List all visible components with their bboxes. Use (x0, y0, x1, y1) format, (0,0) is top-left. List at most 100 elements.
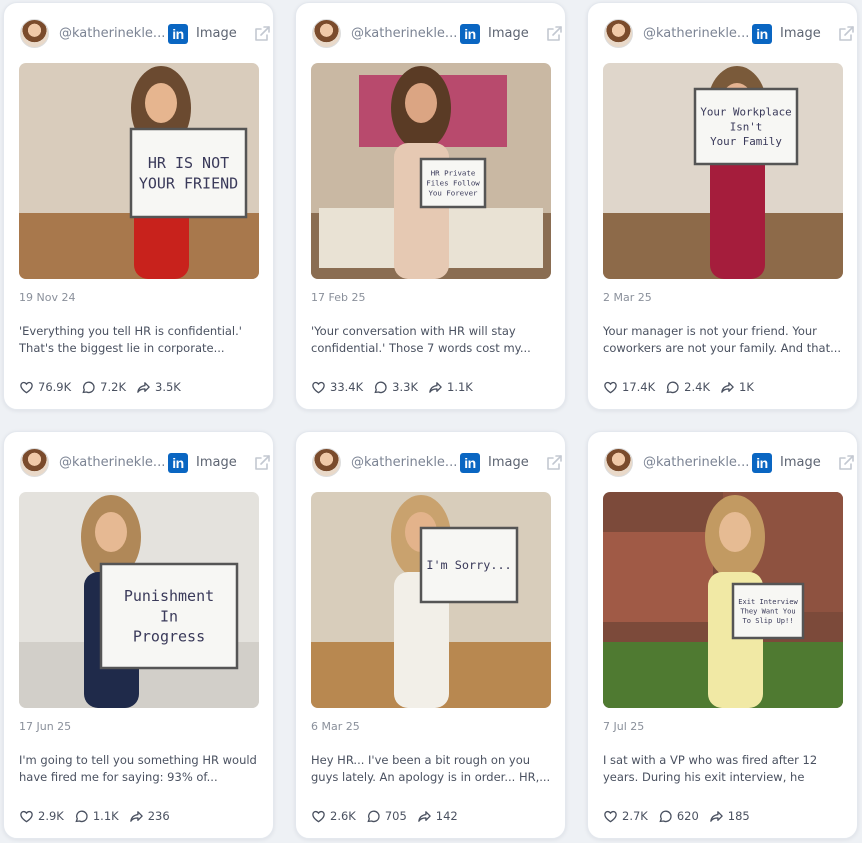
sign-text-line: YOUR FRIEND (139, 174, 238, 192)
linkedin-icon: in (168, 453, 188, 473)
engagement-stats: 2.6K 705 142 (311, 807, 468, 825)
likes-stat: 2.7K (603, 809, 648, 824)
face (95, 512, 127, 552)
share-arrow-icon (721, 381, 734, 393)
sign-text-line: HR Private (431, 169, 476, 178)
comment-bubble-icon (666, 381, 679, 393)
post-card[interactable]: @katherinekle... in Image Punishment In Pr… (3, 431, 274, 839)
photo-scene: Your WorkplaceIsn't Your Family (603, 63, 843, 279)
comments-count: 2.4K (684, 380, 710, 394)
post-date: 2 Mar 25 (603, 291, 652, 304)
shares-stat: 142 (417, 809, 458, 824)
external-link-icon[interactable] (253, 454, 271, 472)
external-link-icon[interactable] (253, 25, 271, 43)
likes-stat: 76.9K (19, 380, 71, 395)
engagement-stats: 2.9K 1.1K 236 (19, 807, 180, 825)
photo-scene: Exit InterviewThey Want YouTo Slip Up!! (603, 492, 843, 708)
post-type-label: Image (196, 26, 237, 41)
heart-icon (312, 810, 325, 822)
post-image[interactable]: I'm Sorry... (311, 492, 551, 708)
post-card[interactable]: @katherinekle... in Image HR Private File… (295, 2, 566, 410)
comment-bubble-icon (367, 810, 380, 822)
comment-bubble-icon (659, 810, 672, 822)
shares-count: 185 (727, 809, 750, 823)
avatar[interactable] (604, 19, 633, 48)
post-date: 6 Mar 25 (311, 720, 360, 733)
comment-bubble-icon (75, 810, 88, 822)
comments-count: 1.1K (92, 809, 119, 823)
comments-stat: 1.1K (74, 809, 119, 824)
shares-stat: 1K (720, 380, 754, 395)
sign-text-line: Progress (133, 628, 205, 646)
post-card[interactable]: @katherinekle... in Image Your Workplace… (587, 2, 858, 410)
linkedin-icon: in (168, 24, 188, 44)
avatar[interactable] (604, 448, 633, 477)
author-handle[interactable]: @katherinekle... (643, 455, 748, 470)
shares-count: 236 (147, 809, 170, 823)
post-image[interactable]: Punishment In Progress (19, 492, 259, 708)
post-type-label: Image (780, 455, 821, 470)
likes-stat: 33.4K (311, 380, 363, 395)
post-image[interactable]: HR Private Files Follow You Forever (311, 63, 551, 279)
post-image[interactable]: Exit Interview They Want You To Slip Up!! (603, 492, 843, 708)
photo-scene: HR PrivateFiles FollowYou Forever (311, 63, 551, 279)
author-handle[interactable]: @katherinekle... (643, 26, 748, 41)
external-link-icon[interactable] (545, 454, 563, 472)
share-arrow-icon (429, 381, 442, 393)
engagement-stats: 2.7K 620 185 (603, 807, 760, 825)
comments-count: 3.3K (392, 380, 418, 394)
post-image[interactable]: Your Workplace Isn't Your Family (603, 63, 843, 279)
avatar[interactable] (312, 19, 341, 48)
sign-text-line: Your Family (710, 135, 782, 148)
post-caption[interactable]: Your manager is not your friend. Your co… (603, 323, 843, 357)
post-caption[interactable]: I sat with a VP who was fired after 12 y… (603, 752, 843, 786)
sign-text-line: Punishment (124, 587, 214, 605)
post-caption[interactable]: Hey HR... I've been a bit rough on you g… (311, 752, 551, 786)
sign-text-line: They Want You (740, 606, 795, 615)
author-handle[interactable]: @katherinekle... (59, 455, 164, 470)
author-handle[interactable]: @katherinekle... (59, 26, 164, 41)
face (145, 83, 177, 123)
heart-icon (604, 381, 617, 393)
post-card[interactable]: @katherinekle... in Image Exit Interview… (587, 431, 858, 839)
post-type-label: Image (780, 26, 821, 41)
external-link-icon[interactable] (837, 454, 855, 472)
sign-text-line: Files Follow (426, 179, 480, 188)
share-arrow-icon (129, 810, 143, 822)
avatar[interactable] (312, 448, 341, 477)
share-arrow-icon (710, 810, 723, 822)
comments-stat: 7.2K (81, 380, 126, 395)
sign-text-line: I'm Sorry... (426, 558, 511, 572)
post-date: 7 Jul 25 (603, 720, 645, 733)
post-caption[interactable]: I'm going to tell you something HR would… (19, 752, 259, 786)
post-card[interactable]: @katherinekle... in Image HR IS NOT YOUR … (3, 2, 274, 410)
post-image[interactable]: HR IS NOT YOUR FRIEND (19, 63, 259, 279)
avatar[interactable] (20, 448, 49, 477)
shares-count: 1K (739, 380, 754, 394)
sign-text-line: You Forever (428, 189, 478, 198)
author-handle[interactable]: @katherinekle... (351, 26, 456, 41)
external-link-icon[interactable] (837, 25, 855, 43)
sign-text-line: HR IS NOT (148, 154, 229, 172)
sign-text-line: To Slip Up!! (742, 616, 793, 625)
likes-stat: 2.9K (19, 809, 64, 824)
comments-stat: 620 (658, 809, 699, 824)
post-caption[interactable]: 'Your conversation with HR will stay con… (311, 323, 551, 357)
card-header: @katherinekle... in Image (20, 18, 270, 50)
avatar[interactable] (20, 19, 49, 48)
heart-icon (20, 381, 33, 393)
face (719, 512, 751, 552)
likes-count: 2.9K (38, 809, 64, 823)
post-caption[interactable]: 'Everything you tell HR is confidential.… (19, 323, 259, 357)
sign-text-line: Your Workplace (700, 106, 791, 119)
post-card[interactable]: @katherinekle... in Image I'm Sorry... 6… (295, 431, 566, 839)
linkedin-icon: in (460, 453, 480, 473)
comments-count: 705 (384, 809, 407, 823)
post-date: 19 Nov 24 (19, 291, 76, 304)
author-handle[interactable]: @katherinekle... (351, 455, 456, 470)
handheld-sign (129, 127, 248, 219)
comments-stat: 3.3K (373, 380, 418, 395)
heart-icon (604, 810, 617, 822)
external-link-icon[interactable] (545, 25, 563, 43)
post-type-label: Image (196, 455, 237, 470)
